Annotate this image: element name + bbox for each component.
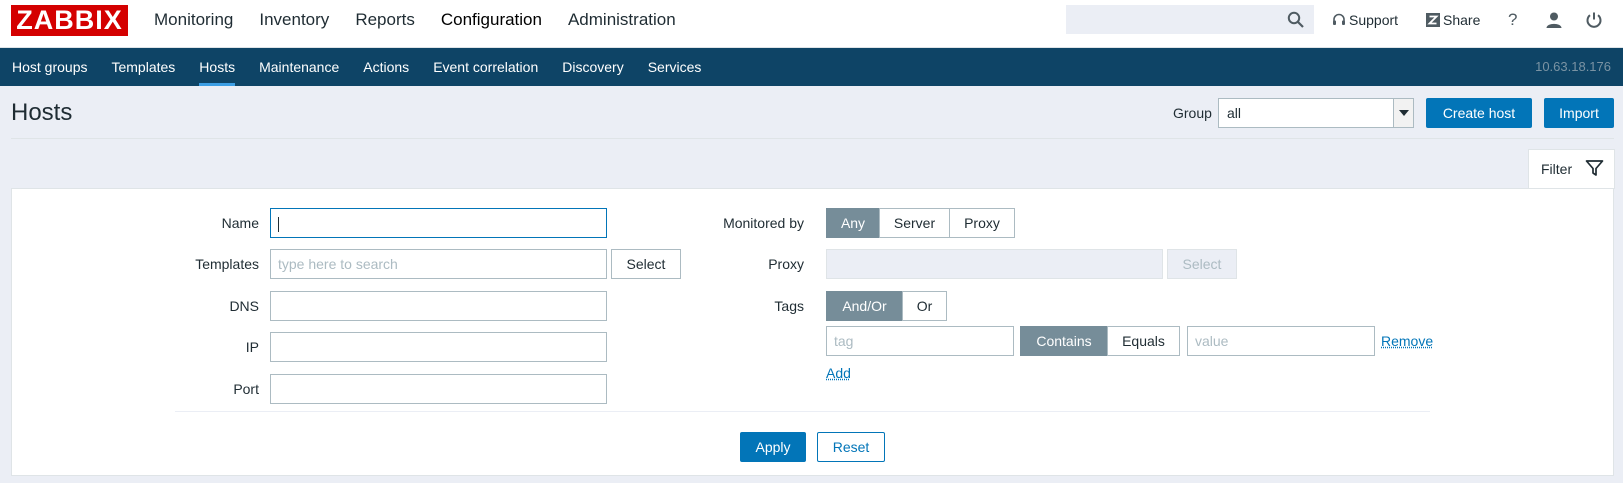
tag-match-equals[interactable]: Equals xyxy=(1107,326,1180,356)
tag-value-input[interactable]: value xyxy=(1187,326,1375,356)
main-menu: Monitoring Inventory Reports Configurati… xyxy=(141,0,689,56)
reset-button[interactable]: Reset xyxy=(817,432,885,462)
monitored-by-any[interactable]: Any xyxy=(826,208,880,238)
zabbix-logo[interactable]: ZABBIX xyxy=(11,5,128,36)
submenu-templates[interactable]: Templates xyxy=(99,48,187,86)
submenu-maintenance[interactable]: Maintenance xyxy=(247,48,351,86)
submenu-discovery[interactable]: Discovery xyxy=(550,48,635,86)
proxy-label: Proxy xyxy=(768,256,804,272)
group-select[interactable]: all xyxy=(1218,98,1414,128)
support-link[interactable]: Support xyxy=(1332,0,1398,40)
templates-input[interactable]: type here to search xyxy=(270,249,607,279)
sign-out-icon[interactable] xyxy=(1585,0,1603,40)
top-navigation: ZABBIX Monitoring Inventory Reports Conf… xyxy=(0,0,1623,56)
user-icon xyxy=(1546,12,1562,28)
server-ip: 10.63.18.176 xyxy=(1535,59,1611,74)
global-search-input[interactable] xyxy=(1066,5,1314,34)
filter-tab[interactable]: Filter xyxy=(1528,149,1615,189)
proxy-select-button: Select xyxy=(1167,249,1237,279)
page-title: Hosts xyxy=(11,99,73,126)
filter-tab-label: Filter xyxy=(1541,161,1573,177)
name-input[interactable] xyxy=(270,208,607,238)
monitored-by-radio-group: Any Server Proxy xyxy=(826,208,1015,238)
power-icon xyxy=(1586,12,1602,28)
text-cursor xyxy=(278,216,279,232)
submenu-host-groups[interactable]: Host groups xyxy=(0,48,99,86)
filter-divider xyxy=(175,411,1430,412)
chevron-down-icon[interactable] xyxy=(1393,99,1413,127)
tag-match-contains[interactable]: Contains xyxy=(1020,326,1108,356)
submenu-actions[interactable]: Actions xyxy=(351,48,421,86)
tags-operator-or[interactable]: Or xyxy=(902,291,947,321)
help-icon[interactable]: ? xyxy=(1508,0,1517,40)
submenu-hosts[interactable]: Hosts xyxy=(187,48,247,86)
ip-input[interactable] xyxy=(270,332,607,362)
apply-button[interactable]: Apply xyxy=(740,432,806,462)
menu-inventory[interactable]: Inventory xyxy=(246,0,342,48)
tag-add-link[interactable]: Add xyxy=(826,365,851,381)
monitored-by-server[interactable]: Server xyxy=(879,208,950,238)
dns-input[interactable] xyxy=(270,291,607,321)
sub-navigation: Host groups Templates Hosts Maintenance … xyxy=(0,48,1623,86)
dns-label: DNS xyxy=(229,298,259,314)
tags-operator-radio-group: And/Or Or xyxy=(826,291,947,321)
templates-label: Templates xyxy=(195,256,259,272)
ip-label: IP xyxy=(245,339,259,355)
share-link[interactable]: Share xyxy=(1426,0,1480,40)
user-profile-icon[interactable] xyxy=(1545,0,1563,40)
submenu-event-correlation[interactable]: Event correlation xyxy=(421,48,550,86)
headset-icon xyxy=(1333,13,1345,25)
port-label: Port xyxy=(233,381,259,397)
tag-name-input[interactable]: tag xyxy=(826,326,1014,356)
filter-panel: Name Templates type here to search Selec… xyxy=(11,188,1614,476)
share-icon xyxy=(1426,13,1440,27)
port-input[interactable] xyxy=(270,374,607,404)
sub-menu: Host groups Templates Hosts Maintenance … xyxy=(0,48,713,86)
menu-monitoring[interactable]: Monitoring xyxy=(141,0,246,48)
filter-icon xyxy=(1585,160,1604,176)
header-divider xyxy=(11,138,1614,139)
share-label: Share xyxy=(1443,12,1481,28)
menu-reports[interactable]: Reports xyxy=(342,0,428,48)
tags-label: Tags xyxy=(774,298,804,314)
tag-match-radio-group: Contains Equals xyxy=(1020,326,1180,356)
group-label: Group xyxy=(1173,105,1212,121)
submenu-services[interactable]: Services xyxy=(636,48,714,86)
menu-administration[interactable]: Administration xyxy=(555,0,689,48)
search-icon[interactable] xyxy=(1287,11,1305,29)
support-label: Support xyxy=(1349,12,1399,28)
name-label: Name xyxy=(221,215,259,231)
import-button[interactable]: Import xyxy=(1544,98,1614,128)
templates-select-button[interactable]: Select xyxy=(611,249,681,279)
monitored-by-label: Monitored by xyxy=(723,215,804,231)
group-select-value: all xyxy=(1227,105,1242,121)
tags-operator-and-or[interactable]: And/Or xyxy=(826,291,903,321)
proxy-input xyxy=(826,249,1163,279)
tag-remove-link[interactable]: Remove xyxy=(1381,333,1433,349)
create-host-button[interactable]: Create host xyxy=(1426,98,1532,128)
monitored-by-proxy[interactable]: Proxy xyxy=(949,208,1015,238)
menu-configuration[interactable]: Configuration xyxy=(428,0,555,56)
